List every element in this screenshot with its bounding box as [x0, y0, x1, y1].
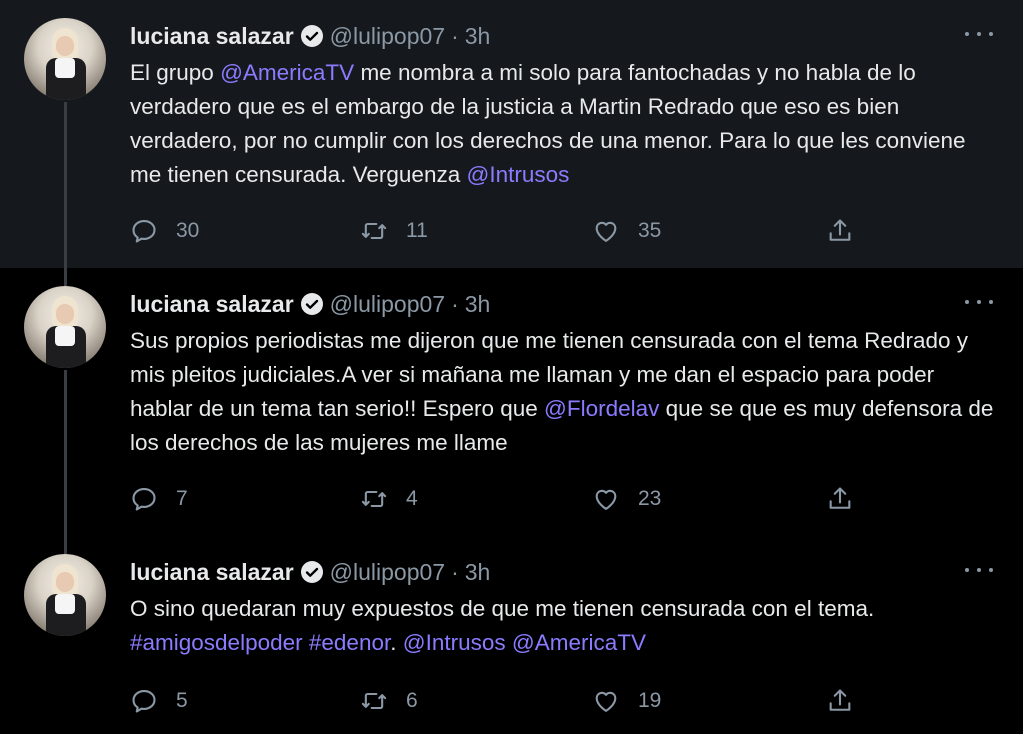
more-options-icon[interactable] — [965, 560, 993, 580]
share-icon — [829, 689, 851, 711]
display-name[interactable]: luciana salazar — [130, 23, 294, 50]
avatar[interactable] — [24, 286, 106, 368]
like-count: 35 — [638, 219, 662, 242]
like-button[interactable]: 19 — [592, 686, 661, 716]
retweet-button[interactable]: 4 — [360, 484, 418, 514]
tweet-text-segment: O sino quedaran muy expuestos de que me … — [130, 596, 875, 621]
tweet-actions: 7 4 23 — [130, 484, 860, 514]
mention-link[interactable]: @AmericaTV — [220, 60, 354, 85]
mention-link[interactable]: @Intrusos — [466, 162, 569, 187]
retweet-count: 4 — [406, 487, 418, 510]
thread-connector-line — [64, 268, 67, 286]
share-icon — [829, 487, 851, 509]
user-handle[interactable]: @lulipop07 — [330, 559, 445, 586]
share-button[interactable] — [826, 686, 872, 716]
separator-dot: · — [451, 290, 459, 317]
retweet-button[interactable]: 6 — [360, 686, 418, 716]
reply-button[interactable]: 7 — [130, 484, 188, 514]
like-count: 23 — [638, 487, 662, 510]
mention-link[interactable]: @Flordelav — [544, 396, 659, 421]
thread-connector-line — [64, 102, 67, 268]
retweet-icon — [361, 222, 387, 240]
like-button[interactable]: 35 — [592, 216, 661, 246]
retweet-count: 6 — [406, 689, 418, 712]
display-name[interactable]: luciana salazar — [130, 559, 294, 586]
tweet-text-segment: . — [390, 630, 403, 655]
tweet-header: luciana salazar @lulipop07 · 3h — [130, 288, 490, 320]
mention-link[interactable]: @Intrusos — [403, 630, 506, 655]
retweet-icon — [361, 490, 387, 508]
tweet-thread: luciana salazar @lulipop07 · 3h El grupo… — [0, 0, 1023, 734]
reply-count: 30 — [176, 219, 200, 242]
tweet-actions: 30 11 35 — [130, 216, 860, 246]
share-icon — [829, 219, 851, 241]
mention-link[interactable]: @AmericaTV — [512, 630, 646, 655]
timestamp[interactable]: 3h — [465, 291, 491, 318]
thread-connector-line — [64, 536, 67, 554]
verified-badge-icon — [300, 293, 323, 315]
tweet-header: luciana salazar @lulipop07 · 3h — [130, 556, 490, 588]
reply-icon — [132, 220, 156, 243]
avatar[interactable] — [24, 18, 106, 100]
retweet-button[interactable]: 11 — [360, 216, 428, 246]
thread-connector-line — [64, 370, 67, 536]
avatar[interactable] — [24, 554, 106, 636]
tweet[interactable]: luciana salazar @lulipop07 · 3h El grupo… — [0, 0, 1023, 268]
tweet-text: Sus propios periodistas me dijeron que m… — [130, 324, 1000, 460]
retweet-count: 11 — [406, 219, 428, 242]
reply-count: 5 — [176, 689, 188, 712]
like-button[interactable]: 23 — [592, 484, 661, 514]
share-button[interactable] — [826, 484, 872, 514]
hashtag-link[interactable]: #amigosdelpoder — [130, 630, 303, 655]
tweet-actions: 5 6 19 — [130, 686, 860, 716]
heart-icon — [595, 691, 617, 712]
tweet-text-segment: El grupo — [130, 60, 221, 85]
user-handle[interactable]: @lulipop07 — [330, 23, 445, 50]
retweet-icon — [361, 692, 387, 710]
user-handle[interactable]: @lulipop07 — [330, 291, 445, 318]
reply-button[interactable]: 30 — [130, 216, 199, 246]
reply-icon — [132, 488, 156, 511]
separator-dot: · — [451, 558, 459, 585]
tweet-text: O sino quedaran muy expuestos de que me … — [130, 592, 1000, 660]
tweet[interactable]: luciana salazar @lulipop07 · 3h Sus prop… — [0, 268, 1023, 536]
more-options-icon[interactable] — [965, 24, 993, 44]
more-options-icon[interactable] — [965, 292, 993, 312]
tweet-header: luciana salazar @lulipop07 · 3h — [130, 20, 490, 52]
share-button[interactable] — [826, 216, 872, 246]
verified-badge-icon — [300, 25, 323, 47]
tweet[interactable]: luciana salazar @lulipop07 · 3h O sino q… — [0, 536, 1023, 734]
like-count: 19 — [638, 689, 662, 712]
reply-button[interactable]: 5 — [130, 686, 188, 716]
reply-icon — [132, 690, 156, 713]
separator-dot: · — [451, 22, 459, 49]
timestamp[interactable]: 3h — [465, 559, 491, 586]
reply-count: 7 — [176, 487, 188, 510]
display-name[interactable]: luciana salazar — [130, 291, 294, 318]
tweet-text: El grupo @AmericaTV me nombra a mi solo … — [130, 56, 1000, 192]
hashtag-link[interactable]: #edenor — [309, 630, 390, 655]
timestamp[interactable]: 3h — [465, 23, 491, 50]
heart-icon — [595, 221, 617, 242]
verified-badge-icon — [300, 561, 323, 583]
heart-icon — [595, 489, 617, 510]
